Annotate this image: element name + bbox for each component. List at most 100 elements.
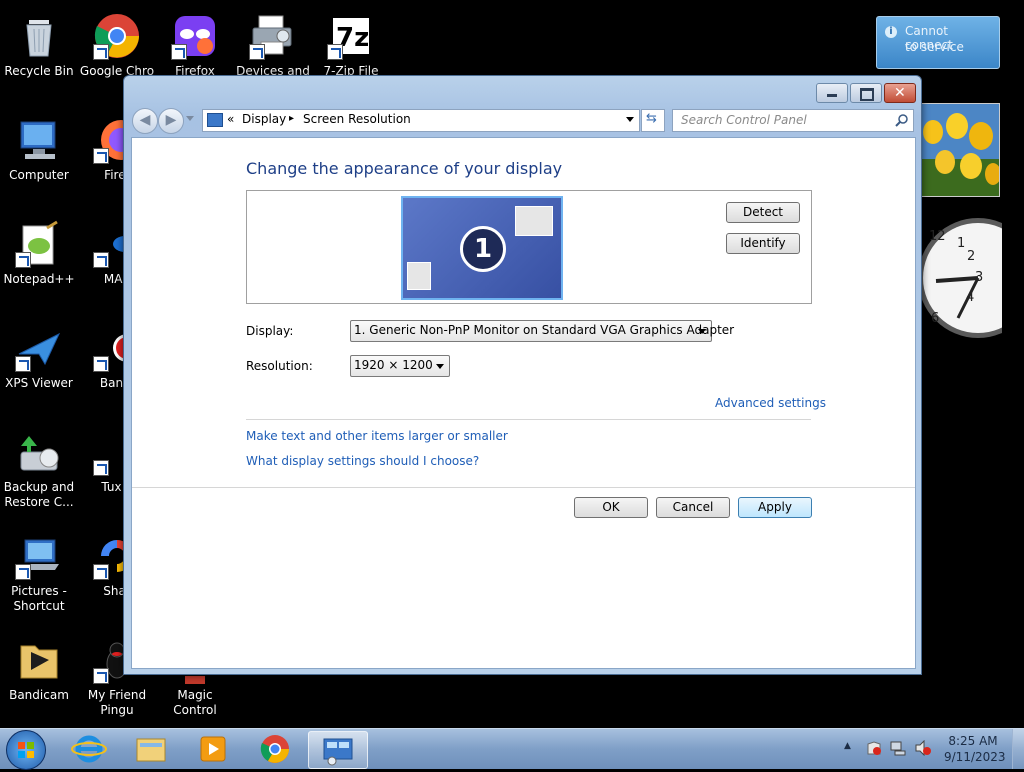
shortcut-arrow-icon	[15, 356, 31, 372]
maximize-button[interactable]	[850, 83, 882, 103]
bandicam-icon[interactable]: Bandicam	[0, 624, 78, 720]
navigation-bar: ◀ ▶ « Display ▸ Screen Resolution ⇆ Sear…	[130, 107, 915, 134]
xps-viewer-icon[interactable]: XPS Viewer	[0, 312, 78, 408]
desktop-icon-label: Recycle Bin	[4, 64, 74, 78]
chrome-icon	[260, 735, 289, 763]
resolution-select[interactable]: 1920 × 1200	[350, 355, 450, 377]
control-panel-icon	[323, 738, 353, 766]
desktop-icon-label: XPS Viewer	[5, 376, 73, 390]
taskbar-internet-explorer[interactable]	[60, 731, 118, 767]
backup-restore-icon[interactable]: Backup and Restore C...	[0, 416, 78, 512]
action-center-icon[interactable]	[866, 740, 882, 756]
private-mask-icon	[171, 12, 219, 60]
notepad-plus-plus-icon[interactable]: Notepad++	[0, 208, 78, 304]
address-bar[interactable]: « Display ▸ Screen Resolution	[202, 109, 640, 132]
recycle-bin-icon[interactable]: Recycle Bin	[0, 0, 78, 96]
laptop-icon	[15, 532, 63, 580]
photo-gadget[interactable]	[920, 103, 1000, 197]
notification-text: to service	[905, 40, 964, 54]
network-icon[interactable]	[890, 740, 906, 756]
screen-resolution-window[interactable]: ✕ ◀ ▶ « Display ▸ Screen Resolution ⇆ Se…	[123, 75, 922, 675]
taskbar-media-player[interactable]	[184, 731, 242, 767]
close-button[interactable]: ✕	[884, 83, 916, 103]
advanced-settings-link[interactable]: Advanced settings	[715, 396, 826, 410]
show-hidden-icons-button[interactable]: ▲	[844, 741, 851, 751]
shortcut-arrow-icon	[249, 44, 265, 60]
desktop-icon-label: Pictures - Shortcut	[11, 584, 67, 613]
windows-logo-icon	[18, 742, 34, 758]
divider	[132, 487, 915, 488]
notification-balloon[interactable]: i Cannot connect to service	[876, 16, 1000, 69]
forward-button[interactable]: ▶	[158, 108, 184, 134]
desktop-icon-label: Bandicam	[9, 688, 69, 702]
clock-date[interactable]: 9/11/2023	[944, 750, 1006, 764]
clock-numeral: 6	[931, 311, 940, 326]
search-input[interactable]: Search Control Panel	[681, 113, 807, 127]
start-button[interactable]	[6, 730, 46, 770]
identify-button[interactable]: Identify	[726, 233, 800, 254]
desktop-icon-label: Notepad++	[3, 272, 75, 286]
close-icon: ✕	[894, 85, 906, 101]
7zip-logo-icon: 7z	[327, 12, 375, 60]
monitor-icon	[15, 116, 63, 164]
display-select[interactable]: 1. Generic Non-PnP Monitor on Standard V…	[350, 320, 734, 342]
computer-icon[interactable]: Computer	[0, 104, 78, 200]
volume-muted-icon[interactable]	[914, 739, 932, 757]
minimize-button[interactable]	[816, 83, 848, 103]
taskbar: ▲ 8:25 AM 9/11/2023	[0, 728, 1024, 770]
window-content: Change the appearance of your display 1 …	[131, 137, 916, 669]
shortcut-arrow-icon	[15, 252, 31, 268]
chrome-icon	[93, 12, 141, 60]
folder-icon	[15, 636, 63, 684]
refresh-button[interactable]: ⇆	[641, 109, 665, 132]
text-size-link[interactable]: Make text and other items larger or smal…	[246, 429, 508, 443]
minimize-icon	[827, 94, 837, 97]
shortcut-arrow-icon	[93, 356, 109, 372]
clock-numeral: 2	[967, 249, 976, 264]
monitor-1-preview[interactable]: 1	[401, 196, 563, 300]
search-icon	[895, 114, 908, 127]
shortcut-arrow-icon	[93, 252, 109, 268]
folder-icon	[136, 738, 166, 762]
window-thumbnail-icon	[407, 262, 431, 290]
clock-time[interactable]: 8:25 AM	[946, 734, 1000, 748]
monitor-number-badge: 1	[460, 226, 506, 272]
pictures-shortcut-icon[interactable]: Pictures - Shortcut	[0, 520, 78, 616]
shortcut-arrow-icon	[93, 460, 109, 476]
tulips-photo-icon	[921, 104, 999, 196]
shortcut-arrow-icon	[93, 148, 109, 164]
printer-icon	[249, 12, 297, 60]
ok-button[interactable]: OK	[574, 497, 648, 518]
breadcrumb-overflow[interactable]: «	[227, 112, 234, 126]
taskbar-windows-explorer[interactable]	[122, 731, 180, 767]
resolution-select-value: 1920 × 1200	[354, 358, 433, 372]
desktop-icon-label: My Friend Pingu	[87, 688, 147, 717]
recent-pages-dropdown[interactable]	[186, 116, 194, 121]
resolution-label: Resolution:	[246, 359, 313, 373]
show-desktop-button[interactable]	[1012, 729, 1024, 769]
taskbar-google-chrome[interactable]	[246, 731, 304, 767]
apply-button[interactable]: Apply	[738, 497, 812, 518]
address-dropdown-button[interactable]	[626, 117, 634, 122]
control-panel-icon	[207, 113, 223, 127]
back-button[interactable]: ◀	[132, 108, 158, 134]
maximize-icon	[860, 88, 874, 101]
taskbar-control-panel[interactable]	[308, 731, 368, 769]
search-box[interactable]: Search Control Panel	[672, 109, 914, 132]
back-arrow-icon: ◀	[139, 112, 151, 128]
clock-numeral: 12	[929, 229, 946, 244]
display-select-value: 1. Generic Non-PnP Monitor on Standard V…	[354, 323, 735, 337]
detect-button[interactable]: Detect	[726, 202, 800, 223]
monitor-number: 1	[473, 234, 493, 264]
internet-explorer-icon	[71, 735, 107, 763]
desktop-icon-label: Backup and Restore C...	[3, 480, 75, 509]
breadcrumb-screen-resolution[interactable]: Screen Resolution	[303, 112, 411, 126]
display-label: Display:	[246, 324, 294, 338]
clock-gadget[interactable]: 12 1 2 3 4 6	[918, 215, 1024, 341]
breadcrumb-display[interactable]: Display	[242, 112, 286, 126]
display-help-link[interactable]: What display settings should I choose?	[246, 454, 479, 468]
cancel-button[interactable]: Cancel	[656, 497, 730, 518]
breadcrumb-separator[interactable]: ▸	[289, 113, 294, 124]
backup-disk-icon	[15, 428, 63, 476]
window-thumbnail-icon	[515, 206, 553, 236]
